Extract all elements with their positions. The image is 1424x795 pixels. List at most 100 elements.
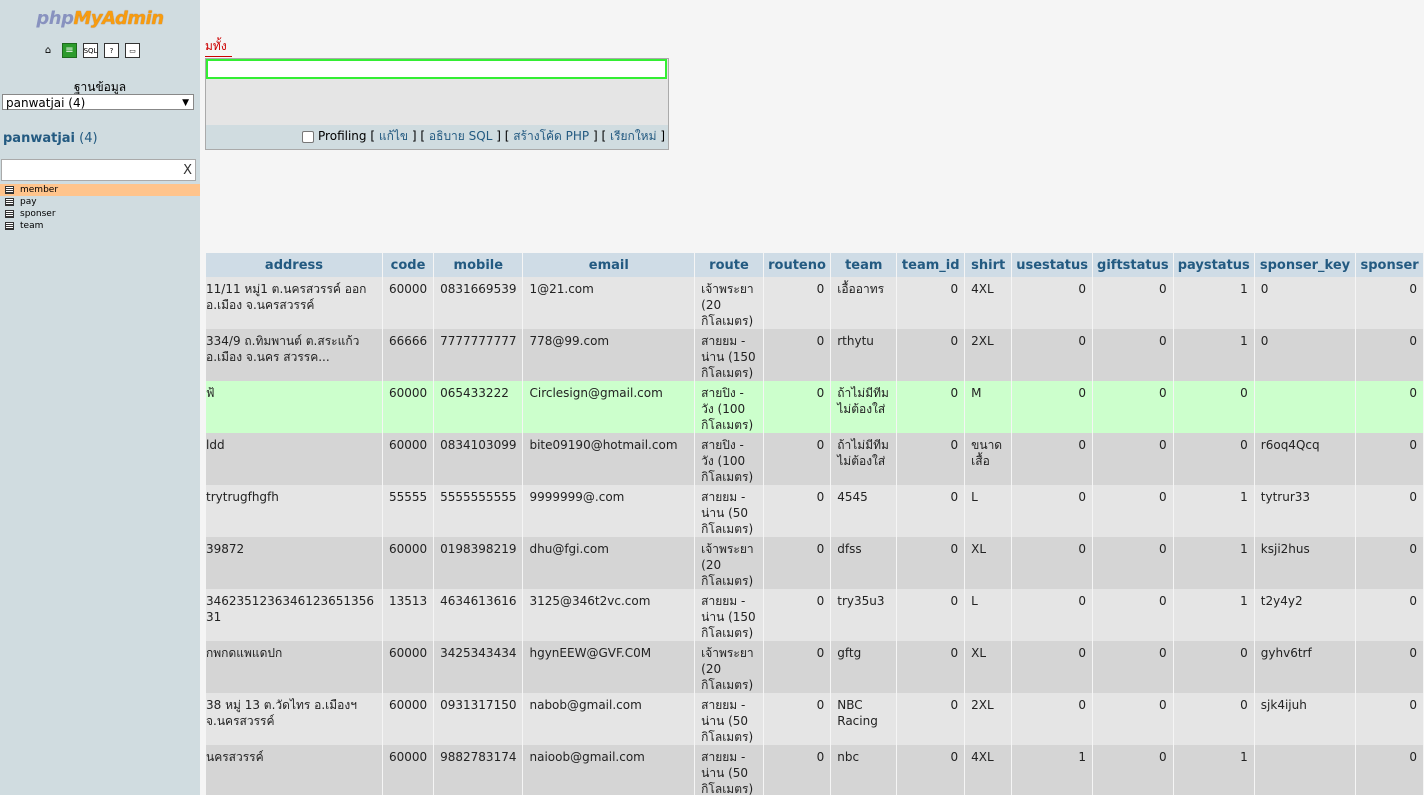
column-header-routeno[interactable]: routeno [763,253,831,277]
table-filter-input[interactable]: X [1,159,196,181]
tab-link[interactable]: มทั้ง [205,37,232,57]
cell-code[interactable]: 60000 [382,745,434,795]
cell-code[interactable]: 60000 [382,641,434,693]
cell-mobile[interactable]: 7777777777 [434,329,523,381]
column-header-route[interactable]: route [695,253,763,277]
docs-icon[interactable]: ? [104,43,119,58]
cell-sponser[interactable]: 0 [1356,745,1423,795]
column-header-email[interactable]: email [523,253,695,277]
table-row[interactable]: นครสวรรค์ 60000 9882783174 naioob@gmail.com… [206,745,1423,795]
cell-sponser_key[interactable]: gyhv6trf [1254,641,1356,693]
clear-filter-icon[interactable]: X [183,163,192,178]
cell-team_id[interactable]: 0 [897,329,965,381]
cell-routeno[interactable]: 0 [763,589,831,641]
cell-giftstatus[interactable]: 0 [1093,537,1173,589]
edit-link[interactable]: แก้ไข [379,129,408,143]
cell-paystatus[interactable]: 1 [1173,589,1254,641]
cell-routeno[interactable]: 0 [763,433,831,485]
cell-usestatus[interactable]: 0 [1012,329,1092,381]
sidebar-table-item[interactable]: pay [0,196,200,208]
table-row[interactable]: ldd 60000 0834103099 bite09190@hotmail.com ส… [206,433,1423,485]
cell-mobile[interactable]: 0931317150 [434,693,523,745]
cell-address[interactable]: 11/11 หมู่1 ต.นครสวรรค์ ออก อ.เมือง จ.นค… [206,277,382,329]
column-header-team[interactable]: team [831,253,897,277]
table-row[interactable]: 334/9 ถ.ทิมพานต์ ต.สระแก้ว อ.เมือง จ.นคร… [206,329,1423,381]
cell-routeno[interactable]: 0 [763,537,831,589]
cell-team[interactable]: ถ้าไม่มีทีม ไม่ต้องใส่ [831,433,897,485]
cell-team[interactable]: NBC Racing [831,693,897,745]
cell-mobile[interactable]: 0834103099 [434,433,523,485]
cell-team_id[interactable]: 0 [897,381,965,433]
cell-mobile[interactable]: 4634613616 [434,589,523,641]
cell-code[interactable]: 60000 [382,693,434,745]
cell-mobile[interactable]: 0831669539 [434,277,523,329]
home-icon[interactable]: ⌂ [40,43,56,59]
cell-email[interactable]: naioob@gmail.com [523,745,695,795]
table-row[interactable]: 38 หมู่ 13 ต.วัดไทร อ.เมืองฯ จ.นครสวรรค์… [206,693,1423,745]
cell-paystatus[interactable]: 0 [1173,641,1254,693]
cell-sponser[interactable]: 0 [1356,381,1423,433]
cell-team[interactable]: ถ้าไม่มีทีม ไม่ต้องใส่ [831,381,897,433]
cell-email[interactable]: 1@21.com [523,277,695,329]
cell-team_id[interactable]: 0 [897,745,965,795]
cell-giftstatus[interactable]: 0 [1093,433,1173,485]
cell-route[interactable]: เจ้าพระยา (20 กิโลเมตร) [695,277,763,329]
cell-route[interactable]: เจ้าพระยา (20 กิโลเมตร) [695,641,763,693]
column-header-giftstatus[interactable]: giftstatus [1093,253,1173,277]
column-header-usestatus[interactable]: usestatus [1012,253,1092,277]
cell-giftstatus[interactable]: 0 [1093,485,1173,537]
database-select[interactable]: panwatjai (4) ▼ [2,94,194,110]
cell-route[interactable]: เจ้าพระยา (20 กิโลเมตร) [695,537,763,589]
database-heading[interactable]: panwatjai (4) [3,131,98,146]
cell-usestatus[interactable]: 0 [1012,381,1092,433]
column-header-team_id[interactable]: team_id [897,253,965,277]
cell-giftstatus[interactable]: 0 [1093,277,1173,329]
cell-team_id[interactable]: 0 [897,693,965,745]
create-php-code-link[interactable]: สร้างโค้ด PHP [513,129,589,143]
cell-email[interactable]: 3125@346t2vc.com [523,589,695,641]
explain-sql-link[interactable]: อธิบาย SQL [429,129,492,143]
cell-address[interactable]: ldd [206,433,382,485]
cell-usestatus[interactable]: 0 [1012,589,1092,641]
cell-sponser_key[interactable] [1254,745,1356,795]
cell-paystatus[interactable]: 1 [1173,537,1254,589]
cell-route[interactable]: สายยม - น่าน (150 กิโลเมตร) [695,589,763,641]
cell-sponser[interactable]: 0 [1356,641,1423,693]
cell-route[interactable]: สายปิง - วัง (100 กิโลเมตร) [695,433,763,485]
cell-sponser[interactable]: 0 [1356,277,1423,329]
cell-paystatus[interactable]: 0 [1173,693,1254,745]
cell-paystatus[interactable]: 0 [1173,381,1254,433]
cell-routeno[interactable]: 0 [763,641,831,693]
cell-team_id[interactable]: 0 [897,485,965,537]
cell-giftstatus[interactable]: 0 [1093,589,1173,641]
cell-shirt[interactable]: XL [965,537,1012,589]
cell-email[interactable]: 9999999@.com [523,485,695,537]
cell-code[interactable]: 60000 [382,381,434,433]
cell-usestatus[interactable]: 0 [1012,277,1092,329]
cell-email[interactable]: nabob@gmail.com [523,693,695,745]
cell-code[interactable]: 60000 [382,433,434,485]
cell-sponser[interactable]: 0 [1356,485,1423,537]
cell-address[interactable]: กพกดแพแดปก [206,641,382,693]
cell-email[interactable]: bite09190@hotmail.com [523,433,695,485]
cell-shirt[interactable]: M [965,381,1012,433]
cell-usestatus[interactable]: 0 [1012,693,1092,745]
cell-shirt[interactable]: 2XL [965,329,1012,381]
table-row[interactable]: 39872 60000 0198398219 dhu@fgi.com เจ้าพระยา… [206,537,1423,589]
cell-mobile[interactable]: 3425343434 [434,641,523,693]
cell-routeno[interactable]: 0 [763,745,831,795]
table-row[interactable]: ฟ้ 60000 065433222 Circlesign@gmail.com สายป… [206,381,1423,433]
cell-sponser[interactable]: 0 [1356,537,1423,589]
cell-team[interactable]: เอื้ออาทร [831,277,897,329]
cell-routeno[interactable]: 0 [763,693,831,745]
cell-code[interactable]: 66666 [382,329,434,381]
cell-usestatus[interactable]: 0 [1012,433,1092,485]
cell-usestatus[interactable]: 0 [1012,537,1092,589]
cell-team_id[interactable]: 0 [897,641,965,693]
phpmyadmin-logo[interactable]: phpMyAdmin [0,8,200,29]
table-row[interactable]: 3462351236346123651356 31 13513 4634613616… [206,589,1423,641]
sql-icon[interactable]: SQL [83,43,98,58]
cell-shirt[interactable]: XL [965,641,1012,693]
cell-route[interactable]: สายยม - น่าน (150 กิโลเมตร) [695,329,763,381]
cell-email[interactable]: 778@99.com [523,329,695,381]
